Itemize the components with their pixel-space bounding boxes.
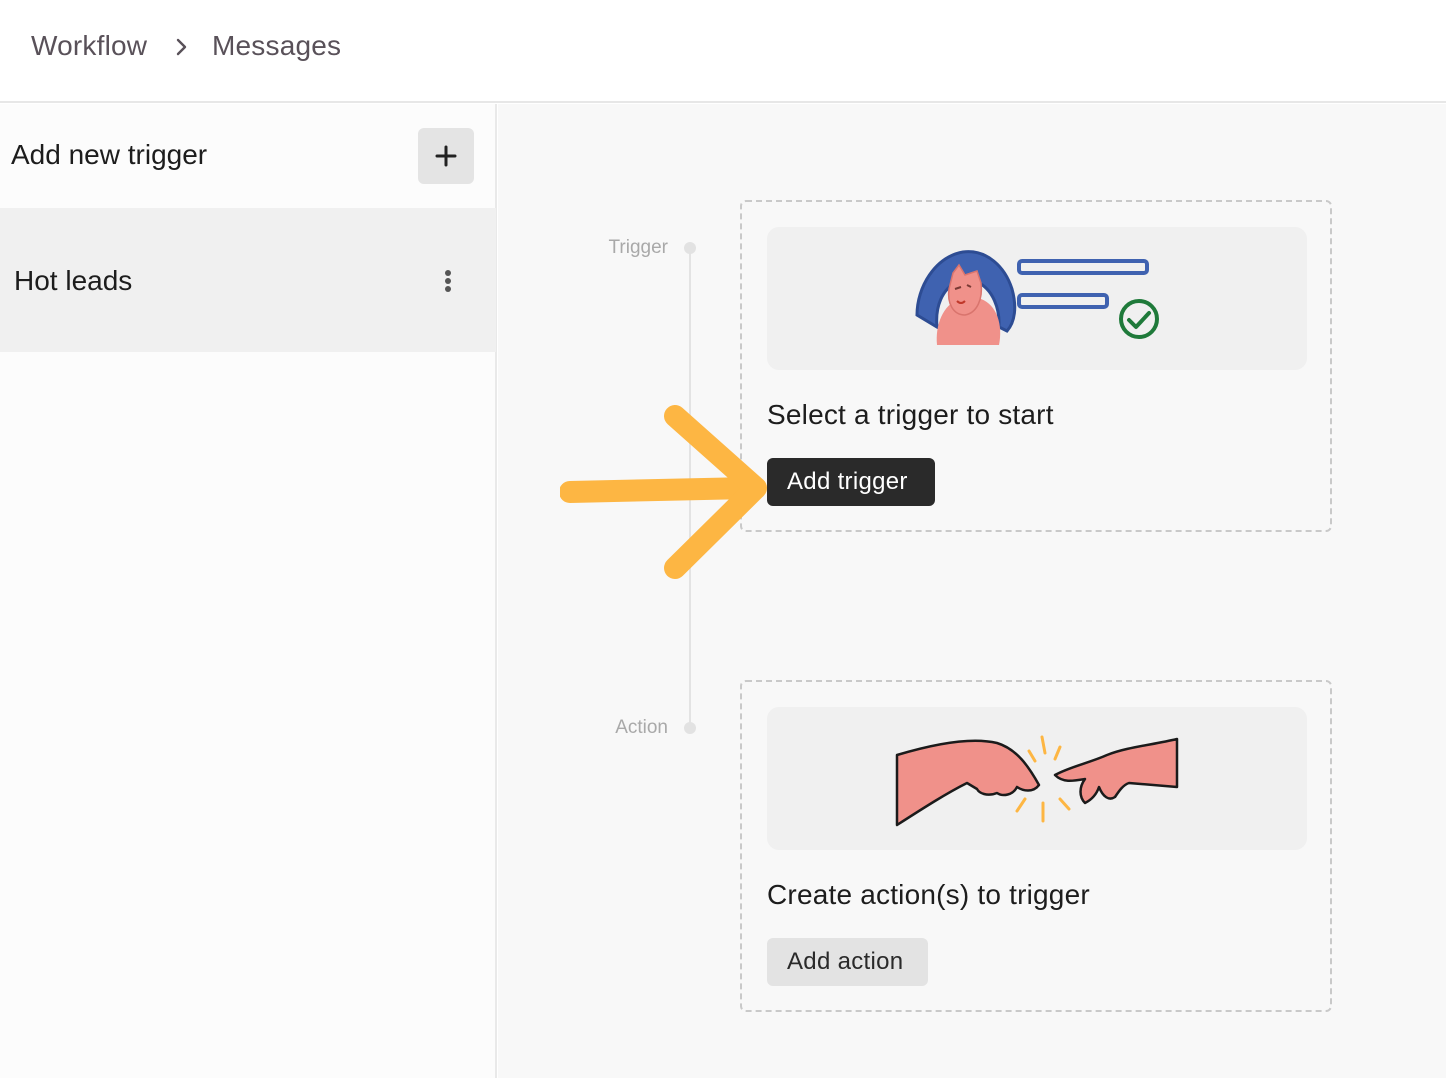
plus-icon — [435, 145, 457, 167]
trigger-step-card: Select a trigger to start Add trigger — [740, 200, 1332, 532]
timeline-label-action: Action — [615, 717, 668, 738]
trigger-illustration — [767, 227, 1307, 370]
action-illustration — [767, 707, 1307, 850]
chevron-right-icon — [176, 38, 187, 56]
top-bar: Workflow Messages — [0, 0, 1446, 103]
add-trigger-list-button[interactable] — [418, 128, 474, 184]
reaching-hands-illustration — [895, 735, 1179, 827]
timeline-dot-action — [684, 722, 696, 734]
sidebar-item-label: Hot leads — [14, 265, 133, 296]
breadcrumb-workflow[interactable]: Workflow — [31, 30, 147, 62]
timeline-dot-trigger — [684, 242, 696, 254]
more-vertical-icon[interactable] — [436, 264, 460, 298]
add-trigger-button[interactable]: Add trigger — [767, 458, 935, 506]
sidebar: Add new trigger Hot leads — [0, 104, 497, 1078]
breadcrumb-messages[interactable]: Messages — [212, 30, 341, 62]
person-with-checklist-illustration — [915, 250, 1159, 345]
sidebar-item-hot-leads[interactable]: Hot leads — [0, 208, 496, 352]
trigger-step-title: Select a trigger to start — [767, 399, 1054, 430]
timeline-label-trigger: Trigger — [608, 237, 668, 258]
action-step-card: Create action(s) to trigger Add action — [740, 680, 1332, 1012]
add-action-button[interactable]: Add action — [767, 938, 928, 986]
pointer-arrow-icon — [560, 405, 767, 579]
action-step-title: Create action(s) to trigger — [767, 879, 1090, 910]
sidebar-title: Add new trigger — [11, 139, 208, 170]
